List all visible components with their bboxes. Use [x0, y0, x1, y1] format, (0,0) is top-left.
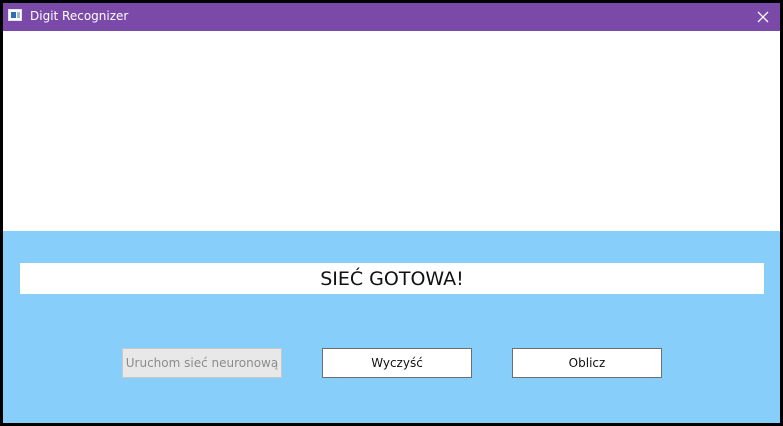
- app-window: Digit Recognizer SIEĆ GOTOWA! Uruchom si…: [0, 0, 783, 426]
- close-icon: [757, 11, 769, 23]
- drawing-canvas[interactable]: [3, 31, 780, 231]
- window-title: Digit Recognizer: [30, 9, 129, 23]
- status-display: SIEĆ GOTOWA!: [20, 263, 764, 294]
- title-bar: Digit Recognizer: [3, 3, 780, 31]
- compute-button[interactable]: Oblicz: [512, 348, 662, 378]
- close-button[interactable]: [746, 3, 780, 31]
- clear-button[interactable]: Wyczyść: [322, 348, 472, 378]
- start-network-button[interactable]: Uruchom sieć neuronową: [122, 348, 282, 378]
- app-window-icon: [8, 9, 22, 21]
